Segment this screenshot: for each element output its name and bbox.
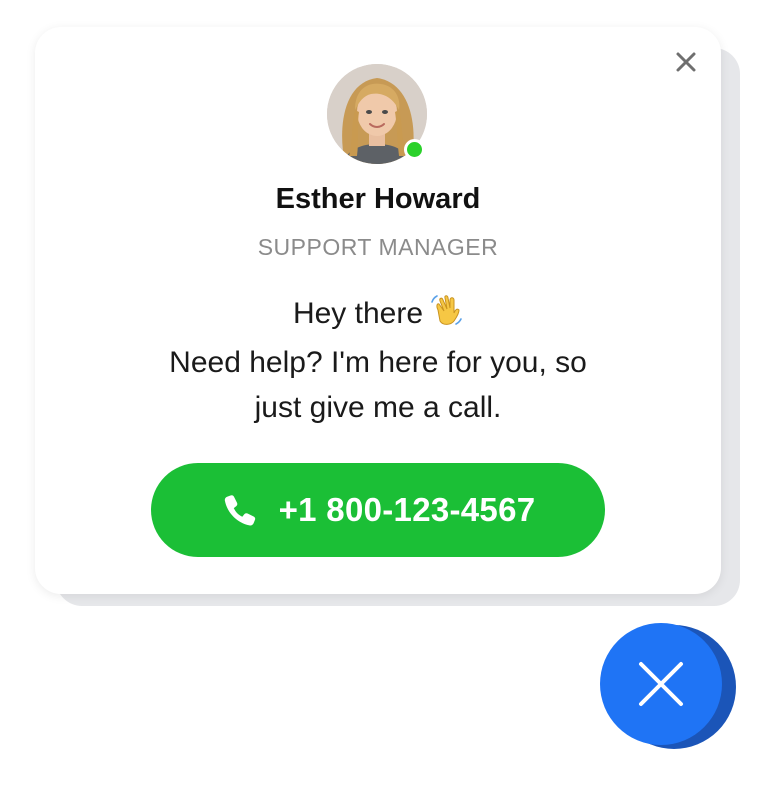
call-button[interactable]: +1 800-123-4567: [151, 463, 605, 557]
waving-hand-icon: [429, 293, 463, 340]
close-widget-button[interactable]: [600, 623, 722, 745]
agent-role: SUPPORT MANAGER: [257, 234, 499, 260]
close-icon: [639, 662, 683, 706]
close-card-button[interactable]: [671, 47, 701, 77]
greeting-line-3: just give me a call.: [254, 391, 502, 424]
greeting-message: Hey there Need help? I'm here for you, s…: [95, 291, 661, 430]
phone-number: +1 800-123-4567: [278, 491, 536, 528]
widget-stage: Esther Howard SUPPORT MANAGER Hey there …: [0, 0, 768, 803]
agent-name: Esther Howard: [275, 183, 481, 215]
close-icon: [676, 52, 696, 72]
contact-card: Esther Howard SUPPORT MANAGER Hey there …: [35, 27, 721, 594]
greeting-line-2: Need help? I'm here for you, so: [169, 346, 587, 379]
phone-icon: [221, 492, 257, 528]
avatar-container: [327, 64, 427, 164]
greeting-text: Hey there: [292, 297, 424, 330]
greeting-line-1: Hey there: [95, 291, 661, 340]
online-status-dot: [404, 139, 425, 160]
